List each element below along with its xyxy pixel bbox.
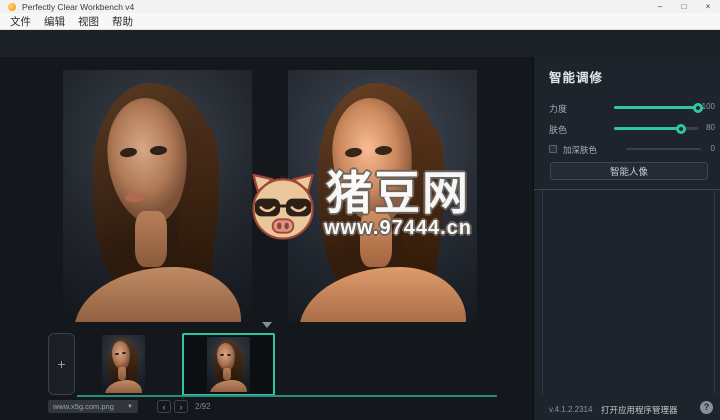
strength-label: 力度 (549, 104, 568, 114)
menu-help[interactable]: 帮助 (112, 14, 133, 29)
portrait-art (226, 353, 231, 356)
titlebar: Perfectly Clear Workbench v4 – □ × (0, 0, 720, 13)
filename-dropdown[interactable]: www.x5g.com.png ▼ (48, 400, 138, 413)
darken-skin-value: 0 (710, 144, 715, 153)
window-controls: – □ × (648, 0, 720, 13)
prev-image-button[interactable]: ‹ (157, 400, 171, 413)
skintone-label: 肤色 (549, 125, 568, 135)
strength-slider[interactable] (614, 102, 703, 113)
portrait-art (223, 367, 231, 380)
close-button[interactable]: × (696, 0, 720, 13)
menu-view[interactable]: 视图 (78, 14, 99, 29)
slider-row-skintone: 肤色 80 (534, 122, 720, 136)
darken-skin-slider[interactable] (626, 148, 701, 150)
portrait-art (118, 367, 126, 381)
toolbar: − + 29% 精简模式 大师模式 ↺ ↻ (0, 30, 720, 86)
portrait-art (104, 380, 143, 393)
slider-thumb[interactable] (676, 123, 687, 134)
filmstrip-scrollbar[interactable] (77, 395, 497, 397)
portrait-art (209, 379, 248, 392)
help-icon[interactable]: ? (700, 401, 713, 414)
skintone-value: 80 (706, 123, 715, 132)
minimize-button[interactable]: – (648, 0, 672, 13)
menu-edit[interactable]: 编辑 (44, 14, 65, 29)
smart-portrait-button[interactable]: 智能人像 (550, 162, 708, 180)
panel-empty-area (542, 190, 715, 394)
photo-before (63, 70, 252, 322)
adjustment-panel: 智能调修 力度 100 肤色 80 加深肤色 0 智能人像 v.4.1.2.23… (533, 57, 720, 420)
slider-row-darken-skin: 加深肤色 0 (534, 143, 720, 157)
selected-thumb-marker-icon (262, 322, 272, 328)
panel-title: 智能调修 (549, 71, 604, 85)
slider-row-strength: 力度 100 (534, 101, 720, 115)
image-counter: 2/92 (195, 402, 211, 411)
open-app-manager-link[interactable]: 打开应用程序管理器 (601, 404, 678, 416)
slider-fill (614, 106, 698, 109)
darken-skin-checkbox[interactable] (549, 145, 557, 153)
menubar: 文件 编辑 视图 帮助 (0, 13, 720, 30)
portrait-art (299, 266, 466, 322)
skintone-slider[interactable] (614, 123, 698, 134)
thumbnail-1[interactable] (102, 335, 145, 393)
strength-value: 100 (701, 102, 715, 111)
app-window: Perfectly Clear Workbench v4 – □ × 文件 编辑… (0, 0, 720, 420)
watermark-site-name: 猪豆网 (326, 166, 470, 219)
slider-fill (614, 127, 682, 130)
add-image-button[interactable]: + (48, 333, 75, 395)
portrait-art (74, 266, 241, 322)
watermark: 猪豆网 www.97444.cn (246, 170, 472, 242)
thumbnail-2-image (207, 337, 250, 392)
version-label: v.4.1.2.2314 (549, 405, 593, 414)
maximize-button[interactable]: □ (672, 0, 696, 13)
next-image-button[interactable]: › (174, 400, 188, 413)
portrait-art (134, 211, 167, 267)
image-canvas: 猪豆网 www.97444.cn + www.x5g.com.png ▼ ‹ ›… (0, 57, 533, 420)
window-title: Perfectly Clear Workbench v4 (22, 2, 135, 12)
thumbnail-2-selected[interactable] (182, 333, 275, 396)
chevron-down-icon: ▼ (127, 403, 133, 410)
pig-logo-icon (252, 173, 314, 240)
filename-label: www.x5g.com.png (53, 402, 114, 411)
menu-file[interactable]: 文件 (10, 14, 31, 29)
darken-skin-label: 加深肤色 (563, 145, 598, 155)
watermark-url: www.97444.cn (324, 217, 472, 240)
app-icon (8, 3, 16, 11)
